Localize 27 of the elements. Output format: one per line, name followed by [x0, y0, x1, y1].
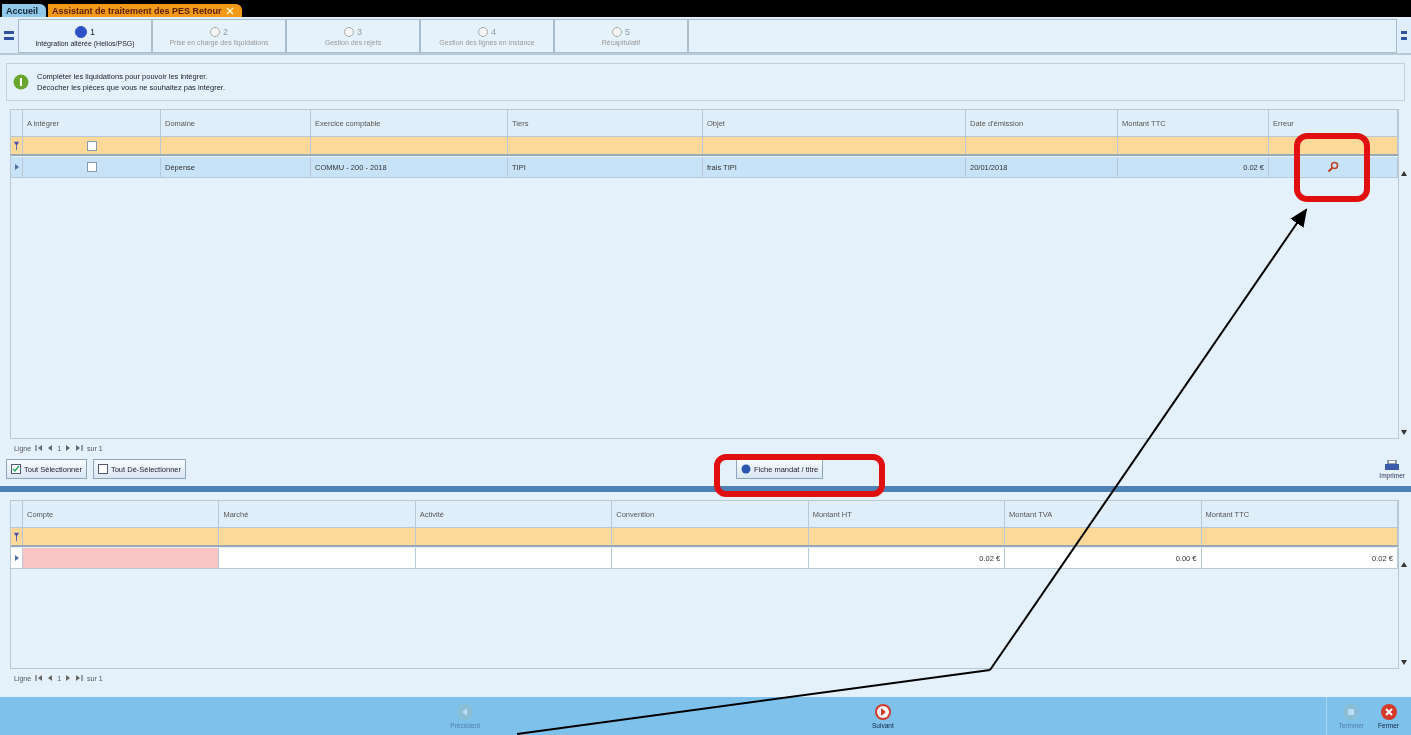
- previous-page-icon: [47, 444, 54, 452]
- last-page-icon: [75, 444, 84, 452]
- next-page-icon: [65, 674, 72, 682]
- stop-icon: [1342, 703, 1361, 721]
- row-marker-icon: [13, 554, 20, 562]
- play-icon: [873, 703, 892, 721]
- row-marker-icon: [13, 163, 20, 171]
- checkbox[interactable]: [86, 162, 97, 172]
- previous-page-icon: [47, 674, 54, 682]
- tab[interactable]: Accueil: [2, 4, 46, 17]
- printer-icon: [1385, 459, 1400, 472]
- last-page-icon: [75, 674, 84, 682]
- first-page-icon: [35, 674, 44, 682]
- info-icon: [13, 74, 29, 90]
- collapse-icon: [3, 29, 15, 43]
- back-icon: [456, 703, 475, 721]
- tab[interactable]: Assistant de traitement des PES Retour: [48, 4, 242, 17]
- filter-icon: [13, 139, 20, 152]
- checkbox-icon: [11, 464, 21, 474]
- checkbox[interactable]: [86, 140, 97, 151]
- first-page-icon: [35, 444, 44, 452]
- close-icon: [1379, 703, 1398, 721]
- checkbox-icon: [97, 464, 108, 474]
- filter-icon: [13, 530, 20, 543]
- next-page-icon: [65, 444, 72, 452]
- search-icon[interactable]: [1327, 161, 1339, 173]
- expand-icon: [1400, 29, 1408, 43]
